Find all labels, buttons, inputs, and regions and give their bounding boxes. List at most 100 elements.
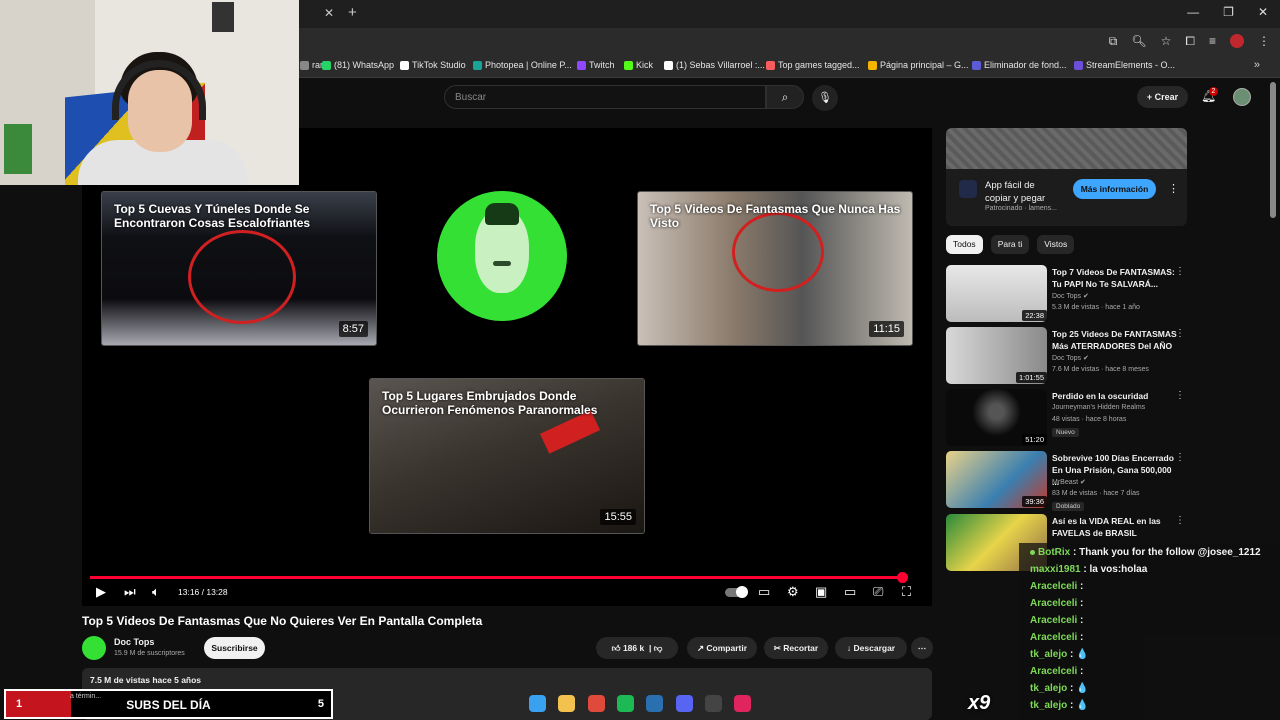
chat-username: BotRix [1038, 547, 1071, 558]
video-title[interactable]: Top 7 Videos De FANTASMAS: Tu PAPI No Te… [1052, 266, 1178, 290]
dislike-icon[interactable]: | 👎︎ [647, 643, 662, 653]
recommended-video[interactable]: 39:36 Sobrevive 100 Días Encerrado En Una… [946, 451, 1187, 511]
more-bookmarks-icon[interactable]: » [1254, 59, 1260, 71]
video-player[interactable]: Top 5 Cuevas Y Túneles Donde Se Encontra… [82, 128, 932, 606]
video-menu-icon[interactable]: ⋮ [1175, 515, 1185, 526]
chat-username: Aracelceli [1030, 666, 1078, 677]
webcam-overlay [0, 0, 299, 185]
install-icon[interactable]: ⧉ [1109, 34, 1118, 49]
windows-start-icon[interactable] [529, 695, 546, 712]
video-menu-icon[interactable]: ⋮ [1175, 452, 1185, 463]
chip-vistos[interactable]: Vistos [1037, 235, 1075, 254]
share-button[interactable]: ↗ Compartir [687, 637, 757, 659]
channel-name[interactable]: Doc Tops [114, 637, 154, 647]
endcard-duration: 8:57 [338, 321, 368, 337]
channel-name[interactable]: Doc Tops ✔ [1052, 354, 1089, 362]
miniplayer-icon[interactable]: ▣ [815, 584, 827, 600]
chat-username: Aracelceli [1030, 632, 1078, 643]
theater-mode-icon[interactable]: ▭ [844, 584, 856, 600]
endcard-video-2[interactable]: Top 5 Videos De Fantasmas Que Nunca Has … [637, 191, 913, 346]
bookmark-item[interactable]: Top games tagged... [766, 60, 860, 70]
channel-name[interactable]: MrBeast ✔ [1052, 478, 1086, 486]
channel-face-icon [475, 203, 529, 293]
bookmark-star-icon[interactable]: ☆ [1161, 34, 1172, 49]
bookmark-item[interactable]: Twitch [577, 60, 615, 70]
steam-icon[interactable] [646, 695, 663, 712]
extensions-icon[interactable]: ⧠ [1185, 34, 1195, 49]
next-icon[interactable]: ⏭︎ [124, 584, 136, 600]
recommended-video[interactable]: 22:38 Top 7 Videos De FANTASMAS: Tu PAPI … [946, 265, 1187, 323]
fullscreen-icon[interactable]: ⛶ [902, 584, 911, 600]
webcam-picture-frame [212, 2, 234, 32]
close-window-icon[interactable]: ✕ [1258, 5, 1268, 19]
share-label: Compartir [706, 643, 748, 653]
bookmark-item[interactable]: TikTok Studio [400, 60, 466, 70]
endcard-video-1[interactable]: Top 5 Cuevas Y Túneles Donde Se Encontra… [101, 191, 377, 346]
download-button[interactable]: ↓ Descargar [835, 637, 907, 659]
progress-bar[interactable] [90, 576, 902, 579]
highlight-circle [188, 230, 296, 324]
chat-username: tk_alejo [1030, 649, 1068, 660]
ad-more-info-button[interactable]: Más información [1073, 179, 1156, 199]
close-tab-icon[interactable]: ✕ [324, 6, 334, 20]
recommended-video[interactable]: 1:01:55 Top 25 Videos De FANTASMAS Más AT… [946, 327, 1187, 385]
search-input[interactable]: Buscar [444, 85, 766, 109]
bookmark-item[interactable]: (81) WhatsApp [322, 60, 394, 70]
settings-gear-icon[interactable]: ⚙︎ [787, 584, 799, 600]
video-menu-icon[interactable]: ⋮ [1175, 328, 1185, 339]
maximize-icon[interactable]: ❐ [1223, 5, 1234, 19]
channel-subscribe-endcard[interactable] [437, 191, 567, 321]
file-explorer-icon[interactable] [558, 695, 575, 712]
minimize-icon[interactable]: — [1187, 5, 1199, 19]
ad-menu-icon[interactable]: ⋮ [1168, 182, 1179, 195]
chip-todos[interactable]: Todos [946, 235, 983, 254]
video-menu-icon[interactable]: ⋮ [1175, 266, 1185, 277]
video-title[interactable]: Perdido en la oscuridad [1052, 390, 1178, 402]
channel-name[interactable]: Doc Tops ✔ [1052, 292, 1089, 300]
more-actions-icon[interactable]: ⋯ [911, 637, 933, 659]
like-icon[interactable]: 👍︎ [612, 643, 621, 653]
search-button[interactable]: ⌕ [766, 85, 804, 109]
subtitles-icon[interactable]: ▭ [758, 584, 770, 600]
discord-icon[interactable] [676, 695, 693, 712]
like-dislike-group[interactable]: 👍︎ 186 k | 👎︎ [596, 637, 678, 659]
video-menu-icon[interactable]: ⋮ [1175, 390, 1185, 401]
webcam-creeper-figure [4, 124, 32, 174]
user-avatar[interactable] [1233, 88, 1251, 106]
profile-avatar-icon[interactable] [1230, 34, 1244, 48]
channel-name[interactable]: Journeyman's Hidden Realms [1052, 404, 1145, 411]
multiplier-label: x9 [968, 692, 991, 714]
endcard-video-3[interactable]: Top 5 Lugares Embrujados Donde Ocurriero… [369, 378, 645, 534]
voice-search-icon[interactable]: 🎙︎ [812, 85, 838, 111]
play-icon[interactable]: ▶ [96, 584, 106, 600]
bookmark-item[interactable]: Eliminador de fond... [972, 60, 1067, 70]
video-title[interactable]: Top 25 Videos De FANTASMAS Más ATERRADOR… [1052, 328, 1178, 352]
spotify-icon[interactable] [617, 695, 634, 712]
page-scrollbar[interactable] [1270, 82, 1276, 218]
zoom-icon[interactable]: 🔍︎ [1131, 34, 1146, 49]
clip-button[interactable]: ✂ Recortar [764, 637, 828, 659]
channel-avatar[interactable] [82, 636, 106, 660]
chip-para-ti[interactable]: Para ti [990, 235, 1030, 254]
recommended-video[interactable]: 51:20 Perdido en la oscuridad Journeyman's… [946, 389, 1187, 447]
sponsored-ad[interactable]: App fácil de copiar y pegar Patrocinado … [946, 128, 1187, 226]
bookmark-item[interactable]: StreamElements - O... [1074, 60, 1175, 70]
obs-icon[interactable] [705, 695, 722, 712]
subscribe-button[interactable]: Suscribirse [204, 637, 265, 659]
create-button[interactable]: + Crear [1137, 86, 1188, 108]
media-controls-icon[interactable]: ≡ [1209, 34, 1216, 49]
autoplay-toggle[interactable] [725, 586, 748, 598]
bookmark-item[interactable]: Página principal – G... [868, 60, 969, 70]
tiktok-icon[interactable] [734, 695, 751, 712]
bookmark-item[interactable]: (1) Sebas Villarroel :... [664, 60, 765, 70]
chrome-icon[interactable] [588, 695, 605, 712]
bookmark-item[interactable]: Photopea | Online P... [473, 60, 572, 70]
chat-message: Aracelceli : [1030, 632, 1084, 643]
volume-icon[interactable]: 🔈︎ [152, 584, 160, 600]
menu-kebab-icon[interactable]: ⋮ [1258, 34, 1270, 49]
video-title[interactable]: Así es la VIDA REAL en las FAVELAS de BR… [1052, 515, 1178, 539]
video-badge: Nuevo [1052, 428, 1079, 437]
new-tab-icon[interactable]: + [348, 4, 357, 21]
cast-icon[interactable]: ⎚ [873, 584, 883, 600]
bookmark-item[interactable]: Kick [624, 60, 653, 70]
